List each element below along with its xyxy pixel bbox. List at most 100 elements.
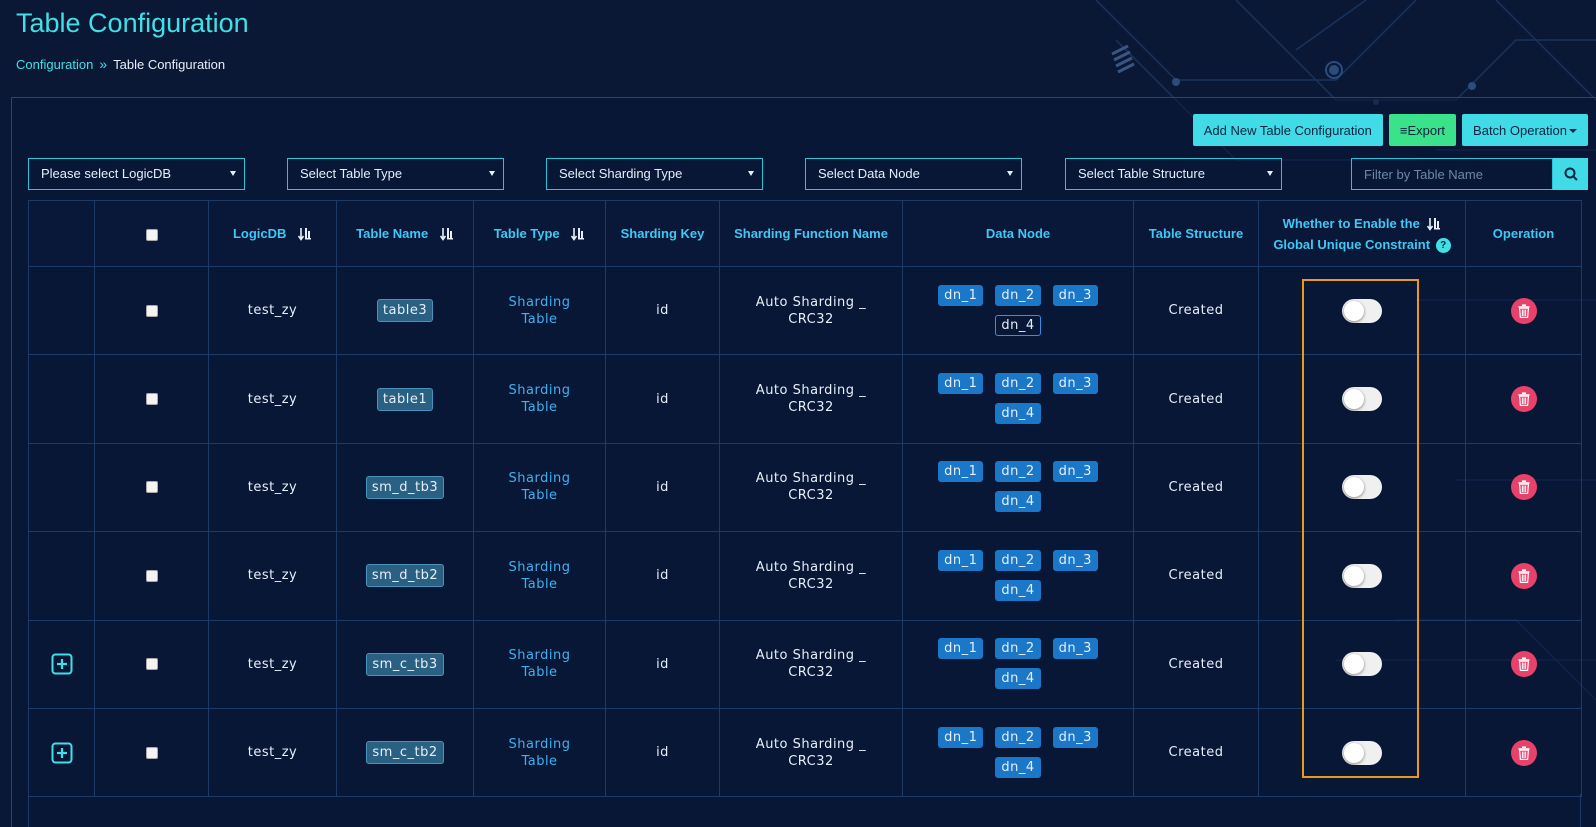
row-checkbox[interactable] <box>145 569 158 582</box>
table-type-select[interactable]: Select Table Type <box>287 158 504 190</box>
global-unique-toggle[interactable] <box>1342 740 1382 765</box>
row-checkbox[interactable] <box>145 481 158 494</box>
data-node-badge: dn_1 <box>938 373 984 395</box>
table-type-cell: Sharding Table <box>473 354 606 444</box>
row-select-cell <box>94 531 209 621</box>
table-name-badge[interactable]: sm_c_tb2 <box>366 741 444 765</box>
select-all-checkbox[interactable] <box>145 228 158 241</box>
table-type-cell: Sharding Table <box>473 442 606 533</box>
sharding-function-cell: Auto Sharding _ CRC32 <box>719 619 903 709</box>
table-name-cell: sm_c_tb3 <box>336 619 474 709</box>
search-button[interactable] <box>1553 158 1588 190</box>
global-unique-toggle[interactable] <box>1342 652 1382 677</box>
sharding-function-line2: CRC32 <box>788 488 834 504</box>
sharding-function-line1: Auto Sharding _ <box>755 736 867 752</box>
partial-table-row <box>28 794 1581 827</box>
table-structure-select[interactable]: Select Table Structure <box>1065 158 1282 190</box>
data-node-badge: dn_3 <box>1052 461 1098 483</box>
data-node-badge: dn_2 <box>995 461 1041 483</box>
sort-icon[interactable] <box>1427 217 1441 231</box>
table-type-column-header[interactable]: Table Type <box>473 200 606 267</box>
sharding-key-cell: id <box>605 265 720 356</box>
table-name-badge[interactable]: sm_d_tb2 <box>365 564 445 588</box>
trash-icon <box>1518 304 1529 318</box>
toggle-knob <box>1344 742 1364 763</box>
data-node-badge: dn_1 <box>938 638 984 660</box>
data-node-list: dn_1 dn_2 dn_3 dn_4 <box>928 634 1108 694</box>
sharding-function-cell: Auto Sharding _ CRC32 <box>719 442 903 533</box>
logicdb-select[interactable]: Please select LogicDB <box>28 158 245 190</box>
dropdown-arrow-icon <box>489 171 495 176</box>
row-checkbox[interactable] <box>145 658 158 671</box>
table-name-badge[interactable]: sm_d_tb3 <box>365 475 445 499</box>
data-node-badge: dn_4 <box>995 314 1041 336</box>
row-checkbox[interactable] <box>145 304 158 317</box>
sharding-type-select[interactable]: Select Sharding Type <box>546 158 763 190</box>
data-node-badge: dn_3 <box>1052 726 1098 748</box>
table-type-line2: Table <box>521 488 558 504</box>
table-name-filter-input[interactable] <box>1351 158 1553 190</box>
data-node-badge: dn_2 <box>995 726 1041 748</box>
help-icon[interactable]: ? <box>1435 237 1451 253</box>
expand-cell <box>28 531 95 621</box>
search-icon <box>1564 167 1578 181</box>
table-name-badge[interactable]: table1 <box>376 387 434 411</box>
data-node-badge: dn_1 <box>938 726 984 748</box>
expand-plus-icon[interactable] <box>51 653 73 675</box>
export-button[interactable]: ≡Export <box>1388 114 1457 146</box>
delete-button[interactable] <box>1510 562 1537 589</box>
delete-button[interactable] <box>1510 739 1537 766</box>
global-unique-toggle[interactable] <box>1342 563 1382 588</box>
batch-operation-button[interactable]: Batch Operation <box>1462 114 1588 146</box>
table-name-badge[interactable]: table3 <box>376 299 434 323</box>
table-name-cell: table1 <box>336 354 474 444</box>
sharding-function-line2: CRC32 <box>788 753 834 769</box>
global-unique-toggle[interactable] <box>1342 475 1382 500</box>
delete-button[interactable] <box>1510 297 1537 324</box>
row-checkbox[interactable] <box>145 746 158 759</box>
data-node-select-value: Select Data Node <box>818 166 920 181</box>
sharding-function-column-header: Sharding Function Name <box>719 200 903 267</box>
table-structure-cell: Created <box>1133 707 1259 798</box>
logicdb-column-header[interactable]: LogicDB <box>208 200 337 267</box>
delete-button[interactable] <box>1510 651 1537 678</box>
row-select-cell <box>94 442 209 533</box>
table-name-badge[interactable]: sm_c_tb3 <box>366 652 444 676</box>
data-node-select[interactable]: Select Data Node <box>805 158 1022 190</box>
sharding-key-cell: id <box>605 531 720 621</box>
row-select-cell <box>94 265 209 356</box>
sharding-function-line2: CRC32 <box>788 576 834 592</box>
table-row: test_zy sm_c_tb2 Sharding Table id Auto S… <box>28 707 1582 798</box>
expand-plus-icon[interactable] <box>51 742 73 764</box>
sort-icon[interactable] <box>571 227 585 242</box>
table-type-line1: Sharding <box>508 471 571 487</box>
trash-icon <box>1518 657 1529 672</box>
toggle-knob <box>1344 565 1364 586</box>
delete-button[interactable] <box>1510 474 1537 501</box>
global-unique-column-header[interactable]: Whether to Enable the Global Unique Cons… <box>1258 200 1466 267</box>
table-name-cell: table3 <box>336 265 474 356</box>
breadcrumb-link-configuration[interactable]: Configuration <box>16 57 93 72</box>
global-unique-toggle[interactable] <box>1342 387 1382 412</box>
table-name-header-label: Table Name <box>356 225 429 241</box>
table-type-cell: Sharding Table <box>473 265 606 356</box>
sharding-key-cell: id <box>605 707 720 798</box>
data-node-badge: dn_4 <box>995 403 1041 425</box>
global-unique-toggle[interactable] <box>1342 298 1382 323</box>
trash-icon <box>1518 480 1529 495</box>
operation-cell <box>1465 531 1582 621</box>
table-type-line1: Sharding <box>508 383 571 399</box>
delete-button[interactable] <box>1510 386 1537 413</box>
expand-cell <box>28 619 95 709</box>
data-node-badge: dn_4 <box>995 668 1041 690</box>
add-table-config-button[interactable]: Add New Table Configuration <box>1192 114 1383 146</box>
global-unique-cell <box>1258 442 1466 533</box>
sort-icon[interactable] <box>439 227 454 242</box>
sort-icon[interactable] <box>298 227 312 242</box>
table-row: test_zy sm_d_tb3 Sharding Table id Auto S… <box>28 442 1582 533</box>
sharding-function-line2: CRC32 <box>788 665 834 681</box>
table-name-column-header[interactable]: Table Name <box>336 200 474 267</box>
row-checkbox[interactable] <box>145 393 158 406</box>
table-row: test_zy sm_c_tb3 Sharding Table id Auto S… <box>28 619 1582 709</box>
table-type-line2: Table <box>521 753 558 769</box>
